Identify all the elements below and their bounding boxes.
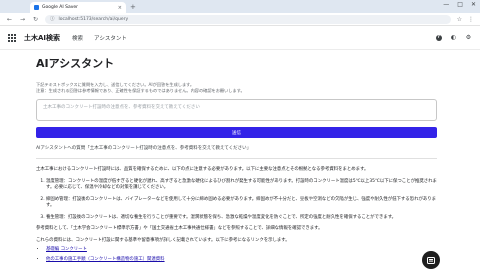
browser-tab[interactable]: Google AI Saver × (30, 2, 126, 13)
submit-button[interactable]: 送信 (36, 127, 437, 138)
answer-list: 温度管理：コンクリートの温度が低すぎると硬化が遅れ、高すぎると急激な硬化によるひ… (36, 179, 437, 222)
answer-item: 温度管理：コンクリートの温度が低すぎると硬化が遅れ、高すぎると急激な硬化によるひ… (46, 179, 437, 192)
browser-menu-icon[interactable]: ⋮ (468, 16, 474, 23)
window-controls: — □ ✕ (443, 1, 476, 8)
minimize-icon[interactable]: — (443, 1, 449, 8)
info-icon: ⓘ (50, 17, 55, 22)
reload-icon[interactable]: ↻ (32, 16, 39, 23)
url-text: localhost:5173/search/ai/query (58, 16, 129, 22)
favicon-icon (34, 5, 39, 10)
app-brand[interactable]: 土木AI検索 (24, 33, 60, 43)
maximize-icon[interactable]: □ (457, 1, 463, 8)
address-bar[interactable]: ⓘ localhost:5173/search/ai/query (45, 14, 451, 24)
divider (36, 158, 437, 159)
nav-assistant[interactable]: アシスタント (94, 34, 127, 42)
answer-item: 締固め管理：打設後のコンクリートは、バイブレーターなどを使用して十分に締め固める… (46, 197, 437, 210)
main-content: AIアシスタント 下記テキストボックスに質問を入力し、送信してください。AIが回… (0, 50, 480, 263)
theme-icon[interactable]: ◐ (450, 34, 457, 41)
description-line: 注意：生成される回答は参考情報であり、正確性を保証するものではありません。内容の… (36, 88, 245, 93)
forward-icon[interactable]: → (19, 16, 26, 23)
reference-link[interactable]: 基礎編 コンクリート (46, 247, 87, 252)
close-tab-icon[interactable]: × (118, 5, 122, 11)
star-icon[interactable]: ☆ (457, 16, 462, 23)
app-header: 土木AI検索 検索 アシスタント ? ◐ ⚙ (0, 26, 480, 50)
nav-search[interactable]: 検索 (72, 34, 83, 42)
browser-toolbar: ← → ↻ ⓘ localhost:5173/search/ai/query ☆… (0, 13, 480, 26)
reference-links: 基礎編 コンクリート 他の工事の施工手順（コンクリート構造物の施工）関連資料 (36, 247, 437, 263)
references-intro: 参考資料として、「土木学会コンクリート標準示方書」や「国土交通省土木工事共通仕様… (36, 226, 323, 231)
help-icon[interactable]: ? (435, 34, 442, 41)
tab-title: Google AI Saver (42, 5, 79, 10)
query-status: AIアシスタントへの質問「土木工事のコンクリート打設時の注意点を、参考資料を交え… (36, 146, 252, 151)
answer-item: 養生管理：打設後のコンクリートは、適切な養生を行うことが重要です。湿潤状態を保ち… (46, 215, 437, 222)
reference-link[interactable]: 他の工事の施工手順（コンクリート構造物の施工）関連資料 (46, 257, 165, 262)
page-title: AIアシスタント (36, 57, 115, 70)
answer-panel: 土木工事におけるコンクリート打設時には、品質を確保するために、以下の点に注意する… (36, 167, 437, 263)
answer-intro: 土木工事におけるコンクリート打設時には、品質を確保するために、以下の点に注意する… (36, 167, 369, 172)
back-icon[interactable]: ← (6, 16, 13, 23)
chat-icon (427, 256, 435, 264)
apps-grid-icon[interactable] (8, 33, 16, 42)
browser-tabbar: Google AI Saver × + — □ ✕ (0, 0, 480, 13)
question-input[interactable]: 土木工事のコンクリート打設時の注意点を、参考資料を交えて教えてください (36, 99, 437, 121)
chat-fab-button[interactable] (422, 251, 440, 269)
references-note: これらの資料には、コンクリート打設に関する基準や留意事項が詳しく記載されています… (36, 237, 290, 243)
new-tab-button[interactable]: + (130, 2, 136, 13)
close-window-icon[interactable]: ✕ (471, 1, 476, 8)
settings-icon[interactable]: ⚙ (465, 34, 472, 41)
